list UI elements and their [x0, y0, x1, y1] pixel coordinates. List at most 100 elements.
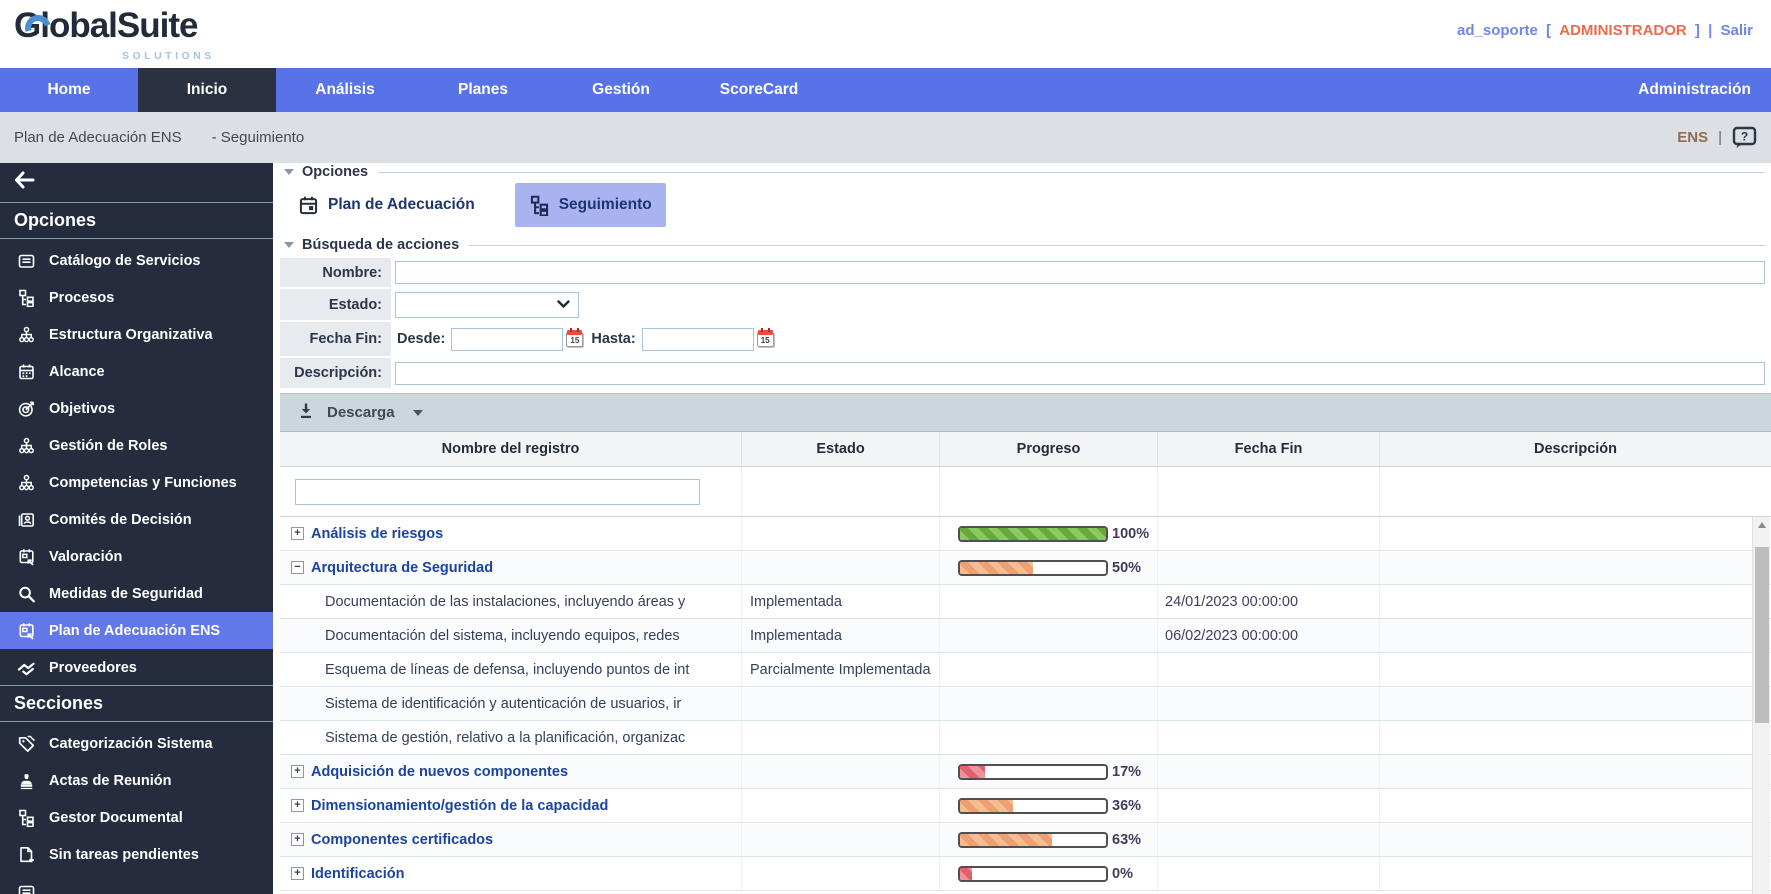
- record-name: Sistema de gestión, relativo a la planif…: [325, 730, 685, 746]
- descripcion-cell: [1380, 653, 1771, 686]
- handshake-icon: [16, 659, 36, 677]
- scrollbar-thumb[interactable]: [1755, 547, 1769, 723]
- column-header-0[interactable]: Nombre del registro: [280, 432, 742, 466]
- sidebar-item-objetivos[interactable]: Objetivos: [0, 390, 273, 427]
- vertical-scrollbar[interactable]: [1752, 517, 1770, 894]
- table-row: −Arquitectura de Seguridad50%: [280, 551, 1771, 585]
- progress-label: 17%: [1112, 764, 1141, 780]
- nombre-input[interactable]: [395, 261, 1765, 284]
- nav-tab-home[interactable]: Home: [0, 68, 138, 112]
- bracket-open: [: [1546, 22, 1551, 39]
- nav-tab-inicio[interactable]: Inicio: [138, 68, 276, 112]
- column-header-2[interactable]: Progreso: [940, 432, 1158, 466]
- hasta-calendar-icon[interactable]: 15: [757, 332, 774, 347]
- tab-label: Seguimiento: [559, 196, 652, 214]
- tab-plan-de-adecuacion[interactable]: Plan de Adecuación: [284, 183, 489, 227]
- breadcrumb-subtitle: - Seguimiento: [212, 129, 305, 146]
- nav-bar: HomeInicioAnálisis Planes Gestión ScoreCard…: [0, 68, 1771, 112]
- nav-tab-planes[interactable]: Planes: [414, 68, 552, 112]
- nav-tab-label: ScoreCard: [720, 81, 798, 99]
- breadcrumb-title: Plan de Adecuación ENS: [14, 129, 182, 146]
- desde-calendar-icon[interactable]: 15: [566, 332, 583, 347]
- scroll-up-arrow[interactable]: [1753, 517, 1770, 532]
- name-filter-input[interactable]: [295, 479, 700, 505]
- sidebar-item-competencias-y-funciones[interactable]: Competencias y Funciones: [0, 464, 273, 501]
- sidebar-item-actas-de-reunion[interactable]: Actas de Reunión: [0, 762, 273, 799]
- progress-bar: [958, 764, 1108, 780]
- collapse-icon[interactable]: −: [291, 561, 304, 574]
- top-header: GlobalSuite SOLUTIONS ad_soporte [ ADMIN…: [0, 0, 1771, 68]
- desde-input[interactable]: [451, 328, 563, 351]
- estado-cell: Implementada: [742, 619, 940, 652]
- search-section-title: Búsqueda de acciones: [302, 237, 459, 253]
- collapse-triangle-icon[interactable]: [284, 242, 294, 248]
- expand-icon[interactable]: +: [291, 799, 304, 812]
- user-role: ADMINISTRADOR: [1559, 22, 1687, 39]
- back-button[interactable]: [0, 163, 273, 203]
- expand-icon[interactable]: +: [291, 765, 304, 778]
- progress-label: 36%: [1112, 798, 1141, 814]
- tree-icon: [16, 326, 36, 344]
- sidebar-item-procesos[interactable]: Procesos: [0, 279, 273, 316]
- sidebar-item-partial[interactable]: [0, 873, 273, 894]
- sidebar-item-plan-de-adecuacion-ens[interactable]: Plan de Adecuación ENS: [0, 612, 273, 649]
- download-button[interactable]: Descarga: [297, 402, 423, 424]
- expand-icon[interactable]: +: [291, 833, 304, 846]
- nav-tab-gestion[interactable]: Gestión: [552, 68, 690, 112]
- expand-icon[interactable]: +: [291, 867, 304, 880]
- collapse-triangle-icon[interactable]: [284, 169, 294, 175]
- nav-tab-label: Planes: [458, 81, 508, 99]
- nav-tab-administracion[interactable]: Administración: [1618, 68, 1771, 112]
- sidebar-item-proveedores[interactable]: Proveedores: [0, 649, 273, 686]
- table-row: +Componentes certificados63%: [280, 823, 1771, 857]
- sidebar-item-gestion-de-roles[interactable]: Gestión de Roles: [0, 427, 273, 464]
- logo-text: GlobalSuite: [14, 6, 254, 46]
- sidebar-item-comites-de-decision[interactable]: Comités de Decisión: [0, 501, 273, 538]
- record-name[interactable]: Análisis de riesgos: [311, 526, 443, 542]
- globalsuite-logo[interactable]: GlobalSuite SOLUTIONS: [14, 6, 254, 62]
- nombre-label: Nombre:: [280, 258, 391, 287]
- record-name-cell: −Arquitectura de Seguridad: [280, 551, 742, 584]
- breadcrumb-divider: |: [1718, 129, 1722, 146]
- sidebar-item-estructura-organizativa[interactable]: Estructura Organizativa: [0, 316, 273, 353]
- column-header-3[interactable]: Fecha Fin: [1158, 432, 1380, 466]
- logout-link[interactable]: Salir: [1720, 22, 1753, 39]
- help-icon[interactable]: ?: [1732, 126, 1757, 149]
- form-row-descripcion: Descripción:: [280, 358, 1771, 388]
- descripcion-cell: [1380, 721, 1771, 754]
- record-name[interactable]: Arquitectura de Seguridad: [311, 560, 493, 576]
- table-row: Esquema de líneas de defensa, incluyendo…: [280, 653, 1771, 687]
- descripcion-input[interactable]: [395, 362, 1765, 385]
- nav-tab-scorecard[interactable]: ScoreCard: [690, 68, 828, 112]
- record-name[interactable]: Dimensionamiento/gestión de la capacidad: [311, 798, 608, 814]
- table-body: +Análisis de riesgos100%−Arquitectura de…: [280, 517, 1771, 894]
- sidebar-item-valoracion[interactable]: Valoración: [0, 538, 273, 575]
- sidebar-item-alcance[interactable]: Alcance: [0, 353, 273, 390]
- sidebar-item-label: Proveedores: [49, 660, 137, 676]
- progreso-cell: 0%: [940, 857, 1158, 890]
- tab-seguimiento[interactable]: Seguimiento: [515, 183, 666, 227]
- descripcion-cell: [1380, 789, 1771, 822]
- expand-icon[interactable]: +: [291, 527, 304, 540]
- sidebar-item-medidas-de-seguridad[interactable]: Medidas de Seguridad: [0, 575, 273, 612]
- column-header-4[interactable]: Descripción: [1380, 432, 1771, 466]
- sidebar-item-catalogo-de-servicios[interactable]: Catálogo de Servicios: [0, 242, 273, 279]
- record-name[interactable]: Identificación: [311, 866, 404, 882]
- sidebar-item-categorizacion-sistema[interactable]: Categorización Sistema: [0, 725, 273, 762]
- nav-tab-analisis[interactable]: Análisis: [276, 68, 414, 112]
- record-name: Documentación de las instalaciones, incl…: [325, 594, 685, 610]
- record-name[interactable]: Adquisición de nuevos componentes: [311, 764, 568, 780]
- tag-icon: [16, 735, 36, 753]
- sidebar-item-gestor-documental[interactable]: Gestor Documental: [0, 799, 273, 836]
- estado-cell: [742, 551, 940, 584]
- record-name[interactable]: Componentes certificados: [311, 832, 493, 848]
- sidebar-item-sin-tareas-pendientes[interactable]: Sin tareas pendientes: [0, 836, 273, 873]
- target-icon: [16, 400, 36, 418]
- table-row: Sistema de gestión, relativo a la planif…: [280, 721, 1771, 755]
- hasta-input[interactable]: [642, 328, 754, 351]
- estado-select[interactable]: [395, 292, 579, 318]
- record-name-cell: + Dimensionamiento/gestión de la capacida…: [280, 789, 742, 822]
- table-header: Nombre del registroEstadoProgresoFecha F…: [280, 432, 1771, 467]
- orgchart-icon: [16, 289, 36, 307]
- column-header-1[interactable]: Estado: [742, 432, 940, 466]
